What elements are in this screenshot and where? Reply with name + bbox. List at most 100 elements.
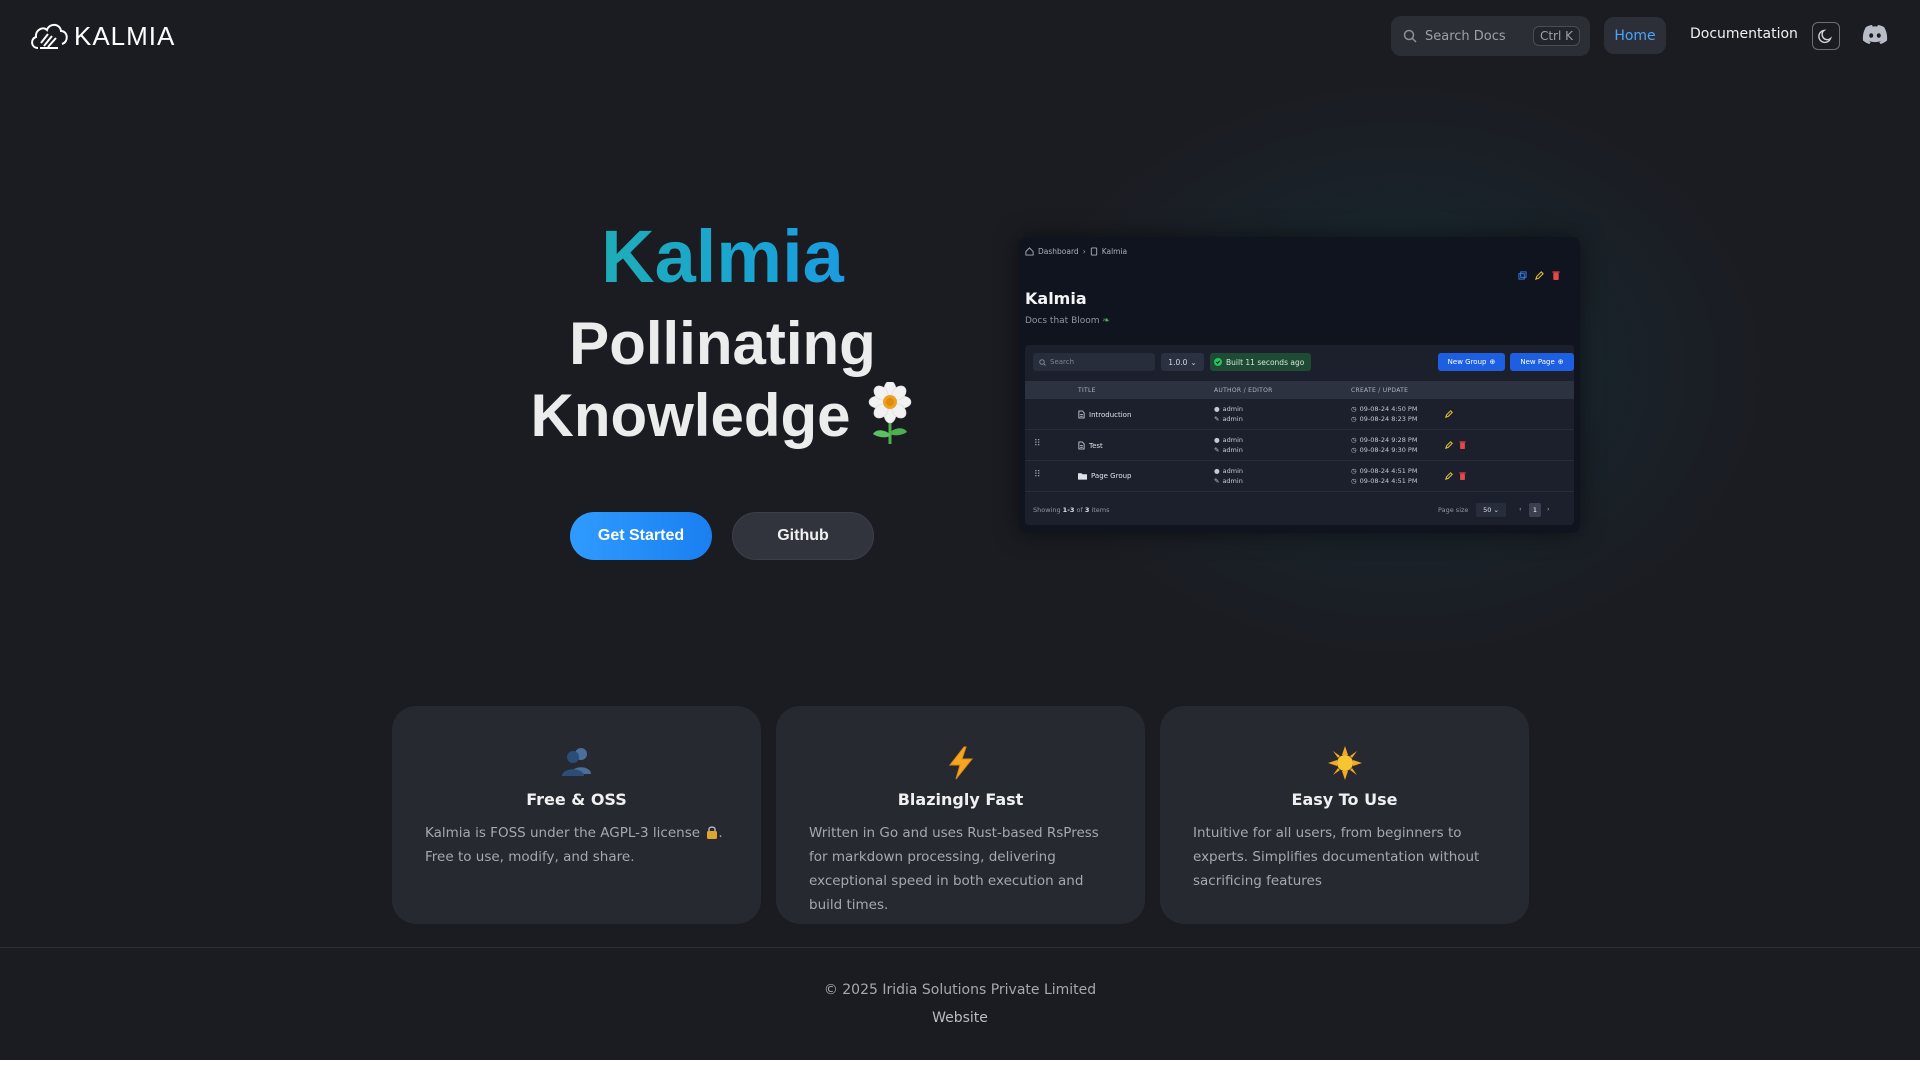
clock-icon: ◷ [1351,477,1357,485]
card-icon-wrap [776,746,1145,780]
card-icon-wrap [1160,746,1529,780]
clock-icon: ◷ [1351,415,1357,423]
folder-icon [1078,473,1087,480]
top-nav: KALMIA Search Docs Ctrl K Home Documenta… [0,0,1920,74]
row-updated-text: 09-08-24 8:23 PM [1359,415,1418,423]
logo[interactable]: KALMIA [28,18,175,54]
clock-icon: ◷ [1351,467,1357,475]
delete-icon [1459,472,1466,480]
feature-text-main: Kalmia is FOSS under the AGPL-3 license [425,825,701,841]
nav-link-home[interactable]: Home [1604,17,1666,54]
version-select: 1.0.0 ⌄ [1161,353,1204,371]
row-editor: ✎ admin [1214,446,1243,454]
bottom-band [0,1060,1920,1080]
row-author-text: admin [1222,436,1244,444]
new-page-label: New Page [1520,358,1555,366]
pencil-icon: ✎ [1214,446,1220,454]
edit-icon [1445,472,1453,480]
feature-title: Blazingly Fast [897,790,1024,809]
prev-page-icon: ‹ [1519,505,1522,513]
row-title-text: Page Group [1091,472,1132,480]
pagination-summary: Showing 1-3 of 3 items [1033,506,1110,514]
clock-icon: ◷ [1351,405,1357,413]
page: KALMIA Search Docs Ctrl K Home Documenta… [0,0,1920,1080]
column-title: TITLE [1078,387,1096,394]
preview-description-text: Docs that Bloom [1025,316,1100,326]
row-editor-text: admin [1222,446,1243,454]
user-icon: ● [1214,467,1220,475]
search-icon [1403,29,1417,43]
clock-icon: ◷ [1351,446,1357,454]
search-icon [1039,358,1046,366]
logo-text: KALMIA [74,20,176,51]
new-group-button: New Group ⊕ [1438,353,1505,371]
preview-table-footer: Showing 1-3 of 3 items Page size 50 ⌄ ‹ … [1033,503,1566,519]
feature-text: Written in Go and uses Rust-based RsPres… [809,825,1099,913]
moon-icon [1818,29,1833,44]
github-button[interactable]: Github [732,512,874,560]
home-icon [1025,247,1034,256]
card-icon-wrap [392,746,761,776]
breadcrumb-separator-icon: › [1082,247,1086,256]
preview-table-header: TITLE AUTHOR / EDITOR CREATE / UPDATE [1025,381,1574,399]
preview-title: Kalmia [1025,289,1087,308]
row-created: ◷ 09-08-24 4:51 PM [1351,467,1417,475]
feature-title: Free & OSS [526,790,627,809]
breadcrumb-dashboard: Dashboard [1038,247,1079,256]
column-author: AUTHOR / EDITOR [1214,387,1273,394]
theme-toggle-button[interactable] [1812,22,1840,50]
user-icon: ● [1214,436,1220,444]
row-editor-text: admin [1222,415,1243,423]
footer-website-link[interactable]: Website [0,1010,1920,1026]
page-size-label: Page size [1438,506,1469,514]
chevron-down-icon: ⌄ [1190,357,1197,367]
row-author-text: admin [1222,405,1244,413]
book-icon [1090,247,1097,256]
nav-link-documentation[interactable]: Documentation [1690,26,1798,42]
file-icon [1078,410,1085,419]
build-status-badge: Built 11 seconds ago [1210,353,1311,371]
feature-text: Intuitive for all users, from beginners … [1193,825,1480,889]
new-group-label: New Group [1447,358,1487,366]
feature-text: Kalmia is FOSS under the AGPL-3 license … [425,821,735,869]
edit-icon [1535,271,1544,280]
copy-icon [1518,271,1527,280]
preview-search-input: Search [1033,353,1155,371]
hero-subtitle-line2-wrap: Knowledge [470,380,975,462]
footer-divider [0,947,1920,948]
flower-icon [865,380,915,462]
summary-total: 3 [1084,506,1090,514]
row-title: Introduction [1078,410,1131,419]
drag-handle-icon: ⠿ [1034,439,1041,449]
get-started-button[interactable]: Get Started [570,512,712,560]
user-icon: ● [1214,405,1220,413]
row-created: ◷ 09-08-24 9:28 PM [1351,436,1417,444]
drag-handle-icon: ⠿ [1034,470,1041,480]
discord-link[interactable] [1862,24,1888,50]
pencil-icon: ✎ [1214,477,1220,485]
row-author-text: admin [1222,467,1244,475]
delete-icon [1552,271,1560,280]
row-created: ◷ 09-08-24 4:50 PM [1351,405,1417,413]
row-updated-text: 09-08-24 9:30 PM [1359,446,1418,454]
leaf-icon: ❧ [1102,316,1110,326]
row-created-text: 09-08-24 4:50 PM [1359,405,1418,413]
dashboard-preview: Dashboard › Kalmia Kalmia Docs that Bloo… [1019,237,1580,533]
feature-card-free-oss: Free & OSS Kalmia is FOSS under the AGPL… [392,706,761,924]
hero-subtitle: Pollinating Knowledge [470,308,975,462]
search-input[interactable]: Search Docs Ctrl K [1391,16,1590,56]
users-icon [561,748,591,776]
row-updated-text: 09-08-24 4:51 PM [1359,477,1418,485]
version-value: 1.0.0 [1168,357,1188,367]
hero-subtitle-line1: Pollinating [569,310,876,377]
cloud-logo-icon [31,23,68,49]
row-updated: ◷ 09-08-24 4:51 PM [1351,477,1417,485]
check-circle-icon [1214,358,1222,366]
row-updated: ◷ 09-08-24 9:30 PM [1351,446,1417,454]
row-author: ● admin [1214,436,1243,444]
new-page-button: New Page ⊕ [1510,353,1574,371]
preview-breadcrumb: Dashboard › Kalmia [1025,247,1127,256]
preview-description: Docs that Bloom ❧ [1025,316,1110,326]
summary-of: of [1076,506,1083,514]
page-size-value: 50 [1483,506,1492,514]
